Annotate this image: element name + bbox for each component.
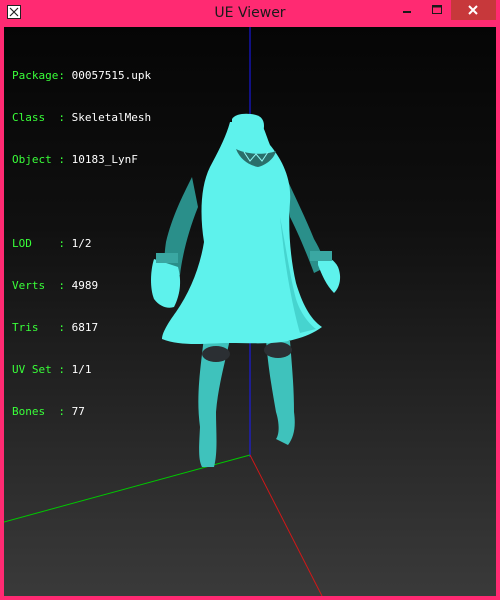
info-value-package: 00057515.upk (71, 69, 152, 82)
mesh-knee-right (264, 342, 292, 358)
info-row-package: Package: 00057515.upk (12, 69, 151, 83)
mesh-wrist-left (156, 253, 178, 263)
mesh-hand-left (151, 259, 181, 308)
info-row-uvset: UV Set : 1/1 (12, 363, 151, 377)
info-row-verts: Verts : 4989 (12, 279, 151, 293)
info-value-verts: 4989 (71, 279, 99, 292)
info-key-class: Class : (12, 111, 65, 124)
minimize-button[interactable] (394, 0, 420, 20)
info-value-bones: 77 (71, 405, 85, 418)
info-row-class: Class : SkeletalMesh (12, 111, 151, 125)
info-key-tris: Tris : (12, 321, 65, 334)
mesh-collar (232, 113, 264, 138)
info-value-object: 10183_LynF (71, 153, 138, 166)
mesh-hand-right (318, 256, 341, 293)
info-row-lod: LOD : 1/2 (12, 237, 151, 251)
title-bar[interactable]: UE Viewer (0, 0, 500, 27)
3d-viewport[interactable]: Package: 00057515.upk Class : SkeletalMe… (4, 27, 496, 596)
info-key-bones: Bones : (12, 405, 65, 418)
info-value-class: SkeletalMesh (71, 111, 152, 124)
info-key-lod: LOD : (12, 237, 65, 250)
mesh-info-overlay: Package: 00057515.upk Class : SkeletalMe… (12, 41, 151, 447)
skeletal-mesh-model[interactable] (151, 113, 341, 467)
maximize-button[interactable] (424, 0, 450, 20)
app-window: UE Viewer Package: 00057515.upk Class: … (0, 0, 500, 600)
info-row-bones: Bones : 77 (12, 405, 151, 419)
info-row-object: Object : 10183_LynF (12, 153, 151, 167)
close-icon (468, 5, 478, 15)
info-row-tris: Tris : 6817 (12, 321, 151, 335)
info-key-package: Package: (12, 69, 65, 82)
mesh-knee-left (202, 346, 230, 362)
info-key-object: Object : (12, 153, 65, 166)
info-value-lod: 1/2 (71, 237, 92, 250)
info-value-tris: 6817 (71, 321, 99, 334)
maximize-icon (432, 5, 442, 14)
close-button[interactable] (451, 0, 496, 20)
x-axis-line (249, 454, 323, 596)
info-key-verts: Verts : (12, 279, 65, 292)
minimize-icon (403, 11, 411, 13)
info-key-uvset: UV Set : (12, 363, 65, 376)
mesh-wrist-right (310, 251, 332, 261)
info-value-uvset: 1/1 (71, 363, 92, 376)
